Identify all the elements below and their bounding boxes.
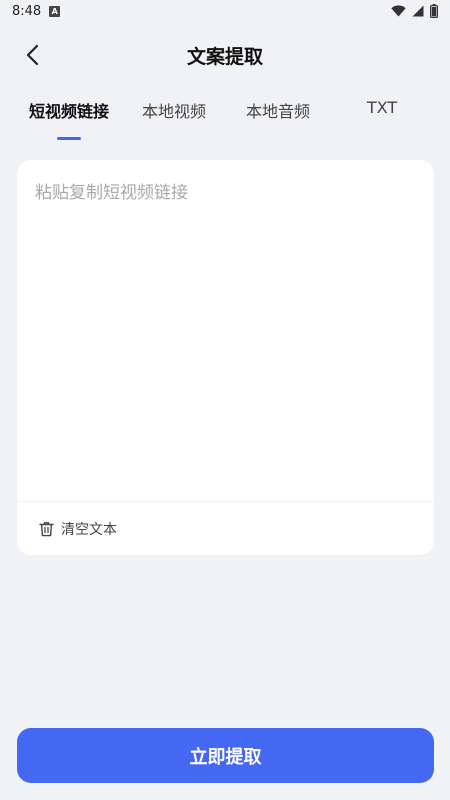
video-link-input[interactable] [17, 160, 434, 500]
signal-icon [412, 5, 424, 17]
notification-badge-icon: A [49, 5, 61, 17]
extract-now-button[interactable]: 立即提取 [17, 728, 434, 783]
wifi-icon [391, 5, 406, 17]
battery-icon [430, 4, 438, 18]
status-bar: 8:48 A [0, 0, 450, 22]
tab-bar: 短视频链接 本地视频 本地音频 TXT [0, 98, 450, 144]
link-input-card: 清空文本 [17, 160, 434, 555]
page-title: 文案提取 [186, 45, 263, 68]
card-divider [17, 501, 434, 502]
tab-txt[interactable]: TXT [360, 98, 404, 134]
chevron-left-icon [26, 44, 39, 66]
clear-text-label: 清空文本 [61, 522, 117, 538]
active-tab-indicator [57, 137, 81, 140]
status-time: 8:48 [12, 3, 42, 19]
tab-local-video[interactable]: 本地视频 [140, 98, 208, 134]
status-left: 8:48 A [12, 3, 61, 19]
trash-icon [39, 522, 54, 537]
nav-bar: 文案提取 [0, 32, 450, 78]
back-button[interactable] [16, 38, 48, 72]
tab-local-audio[interactable]: 本地音频 [244, 98, 312, 134]
clear-text-button[interactable]: 清空文本 [39, 517, 117, 541]
status-right [391, 4, 438, 18]
tab-short-video-link[interactable]: 短视频链接 [27, 98, 111, 134]
